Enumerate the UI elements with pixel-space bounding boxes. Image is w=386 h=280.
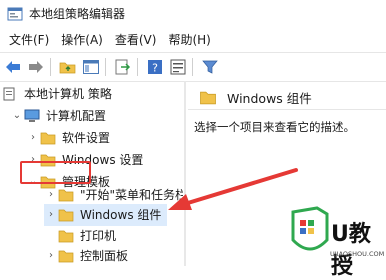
tree-item-label: 本地计算机 策略 xyxy=(24,87,112,101)
export-list-icon xyxy=(115,59,131,75)
details-title: Windows 组件 xyxy=(227,90,312,106)
menu-view[interactable]: 查看(V) xyxy=(109,29,163,51)
folder-icon xyxy=(200,91,216,104)
tree-item-label: 控制面板 xyxy=(80,249,129,263)
forward-button[interactable] xyxy=(26,57,46,77)
watermark-url: UJIAOSHOU.COM xyxy=(330,250,385,258)
computer-icon xyxy=(24,109,40,122)
watermark-logo: U教授 UJIAOSHOU.COM xyxy=(287,206,386,279)
menu-file[interactable]: 文件(F) xyxy=(3,29,55,51)
toolbar-separator xyxy=(105,58,106,76)
details-header: Windows 组件 xyxy=(188,85,386,110)
filter-icon xyxy=(202,60,218,74)
tree-item-computer-config[interactable]: ⌄ 计算机配置 xyxy=(10,105,106,127)
folder-icon xyxy=(40,132,56,145)
show-hide-tree-button[interactable] xyxy=(81,57,101,77)
up-folder-button[interactable] xyxy=(58,57,78,77)
back-button[interactable] xyxy=(3,57,23,77)
tree-item-printers[interactable]: 打印机 xyxy=(58,225,116,247)
show-hide-tree-icon xyxy=(83,60,99,74)
export-list-button[interactable] xyxy=(113,57,133,77)
toolbar-separator xyxy=(192,58,193,76)
chevron-right-icon[interactable]: › xyxy=(26,127,40,149)
tree-item-label: 计算机配置 xyxy=(46,109,107,123)
annotation-highlight-box xyxy=(20,161,91,184)
chevron-right-icon[interactable]: › xyxy=(44,184,58,206)
tree-item-windows-components[interactable]: › Windows 组件 xyxy=(44,204,168,226)
svg-text:?: ? xyxy=(152,62,158,75)
policy-editor-icon xyxy=(7,7,23,20)
forward-icon xyxy=(29,61,43,73)
properties-icon xyxy=(170,59,186,75)
menu-bar: 文件(F) 操作(A) 查看(V) 帮助(H) xyxy=(0,29,386,51)
back-icon xyxy=(6,61,20,73)
chevron-right-icon[interactable]: › xyxy=(44,204,58,226)
tree-item-label: 打印机 xyxy=(80,229,117,243)
filter-button[interactable] xyxy=(200,57,220,77)
toolbar-separator xyxy=(50,58,51,76)
computer-policy-icon xyxy=(3,87,15,101)
tree-item-software-settings[interactable]: › 软件设置 xyxy=(26,127,110,149)
menu-help[interactable]: 帮助(H) xyxy=(162,29,216,51)
annotation-arrow xyxy=(168,168,298,210)
watermark-brand: U教授 xyxy=(331,222,371,279)
up-folder-icon xyxy=(59,62,76,74)
window-title: 本地组策略编辑器 xyxy=(29,7,126,21)
tree-item-local-policy[interactable]: 本地计算机 策略 xyxy=(2,83,112,105)
chevron-right-icon[interactable]: › xyxy=(44,245,58,266)
help-button[interactable]: ? xyxy=(145,57,165,77)
folder-icon xyxy=(58,209,74,222)
details-description: 选择一个项目来查看它的描述。 xyxy=(194,120,355,134)
title-bar: 本地组策略编辑器 xyxy=(0,0,386,27)
toolbar-separator xyxy=(137,58,138,76)
tree-item-label: 软件设置 xyxy=(62,131,111,145)
help-icon: ? xyxy=(148,60,162,75)
tree-item-control-panel[interactable]: › 控制面板 xyxy=(44,245,128,266)
toolbar: ? xyxy=(0,52,386,82)
folder-icon xyxy=(58,230,74,243)
properties-button[interactable] xyxy=(168,57,188,77)
menu-action[interactable]: 操作(A) xyxy=(55,29,109,51)
chevron-down-icon[interactable]: ⌄ xyxy=(10,105,24,127)
folder-icon xyxy=(58,189,74,202)
folder-icon xyxy=(58,250,74,263)
